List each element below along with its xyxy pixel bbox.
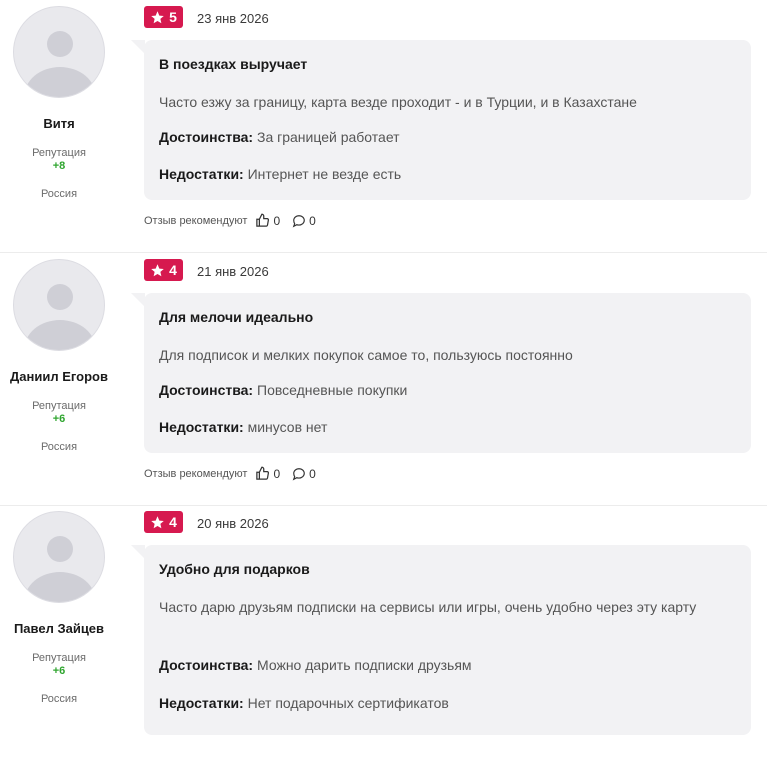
review-title: Удобно для подарков	[159, 561, 310, 577]
rating-value: 4	[169, 514, 177, 530]
reputation-value: +6	[52, 413, 66, 425]
review-date: 23 янв 2026	[197, 11, 269, 26]
review-title: Для мелочи идеально	[159, 309, 314, 325]
like-button[interactable]: 0	[255, 213, 280, 228]
cons-text: Интернет не везде есть	[247, 166, 402, 182]
review-text: Часто дарю друзьям подписки на сервисы и…	[159, 599, 697, 615]
author-name[interactable]: Даниил Егоров	[0, 369, 118, 384]
reputation-label: Репутация	[32, 147, 86, 159]
comment-button[interactable]: 0	[292, 214, 316, 228]
review-cons: Недостатки: минусов нет	[159, 419, 327, 435]
thumbs-up-icon	[256, 213, 270, 227]
review-card: В поездках выручает Часто езжу за границ…	[144, 40, 751, 200]
review-card: Для мелочи идеально Для подписок и мелки…	[144, 293, 751, 453]
avatar[interactable]	[13, 6, 105, 98]
review-date: 20 янв 2026	[197, 516, 269, 531]
star-icon	[151, 515, 164, 528]
review-pros: Достоинства: За границей работает	[159, 129, 400, 145]
review-cons: Недостатки: Интернет не везде есть	[159, 166, 401, 182]
review-footer: Отзыв рекомендуют 0 0	[144, 466, 316, 481]
review-item: Павел Зайцев Репутация +6 Россия 4 20 ян…	[0, 505, 767, 758]
pros-label: Достоинства:	[159, 382, 254, 398]
cons-label: Недостатки:	[159, 695, 244, 711]
pros-text: За границей работает	[257, 129, 400, 145]
avatar[interactable]	[13, 511, 105, 603]
like-count: 0	[273, 213, 281, 228]
like-count: 0	[273, 466, 281, 481]
cons-text: минусов нет	[247, 419, 328, 435]
rating-badge: 5	[144, 6, 183, 28]
pros-label: Достоинства:	[159, 657, 254, 673]
review-date: 21 янв 2026	[197, 264, 269, 279]
recommend-label: Отзыв рекомендуют	[144, 467, 248, 480]
rating-value: 5	[169, 9, 177, 25]
reputation-value: +6	[52, 665, 66, 677]
review-item: Даниил Егоров Репутация +6 Россия 4 21 я…	[0, 253, 767, 506]
pros-text: Повседневные покупки	[257, 382, 408, 398]
review-pros: Достоинства: Можно дарить подписки друзь…	[159, 657, 472, 673]
pros-label: Достоинства:	[159, 129, 254, 145]
comment-icon	[292, 467, 305, 480]
author-country: Россия	[40, 693, 78, 705]
star-icon	[151, 263, 164, 276]
user-silhouette-icon	[24, 536, 96, 602]
comment-icon	[292, 214, 305, 227]
review-title: В поездках выручает	[159, 56, 308, 72]
star-icon	[151, 10, 164, 23]
card-tail	[131, 40, 145, 54]
user-silhouette-icon	[24, 284, 96, 350]
author-country: Россия	[40, 188, 78, 200]
rating-badge: 4	[144, 511, 183, 533]
comment-button[interactable]: 0	[292, 467, 316, 481]
like-button[interactable]: 0	[255, 466, 280, 481]
card-tail	[131, 545, 145, 559]
comment-count: 0	[309, 213, 316, 228]
recommend-label: Отзыв рекомендуют	[144, 214, 248, 227]
author-country: Россия	[40, 441, 78, 453]
review-text: Часто езжу за границу, карта везде прохо…	[159, 94, 637, 110]
rating-badge: 4	[144, 259, 183, 281]
reputation-value: +8	[52, 160, 66, 172]
author-name[interactable]: Витя	[0, 116, 118, 131]
reputation-label: Репутация	[32, 400, 86, 412]
review-footer: Отзыв рекомендуют 0 0	[144, 213, 316, 228]
review-text: Для подписок и мелких покупок самое то, …	[159, 347, 573, 363]
rating-value: 4	[169, 262, 177, 278]
cons-text: Нет подарочных сертификатов	[247, 695, 449, 711]
cons-label: Недостатки:	[159, 419, 244, 435]
card-tail	[131, 293, 145, 307]
review-item: Витя Репутация +8 Россия 5 23 янв 2026 В…	[0, 0, 767, 253]
user-silhouette-icon	[24, 31, 96, 97]
author-name[interactable]: Павел Зайцев	[0, 621, 118, 636]
cons-label: Недостатки:	[159, 166, 244, 182]
review-cons: Недостатки: Нет подарочных сертификатов	[159, 695, 449, 711]
pros-text: Можно дарить подписки друзьям	[257, 657, 472, 673]
reputation-label: Репутация	[32, 652, 86, 664]
comment-count: 0	[309, 466, 316, 481]
avatar[interactable]	[13, 259, 105, 351]
review-pros: Достоинства: Повседневные покупки	[159, 382, 407, 398]
thumbs-up-icon	[256, 466, 270, 480]
review-card: Удобно для подарков Часто дарю друзьям п…	[144, 545, 751, 735]
